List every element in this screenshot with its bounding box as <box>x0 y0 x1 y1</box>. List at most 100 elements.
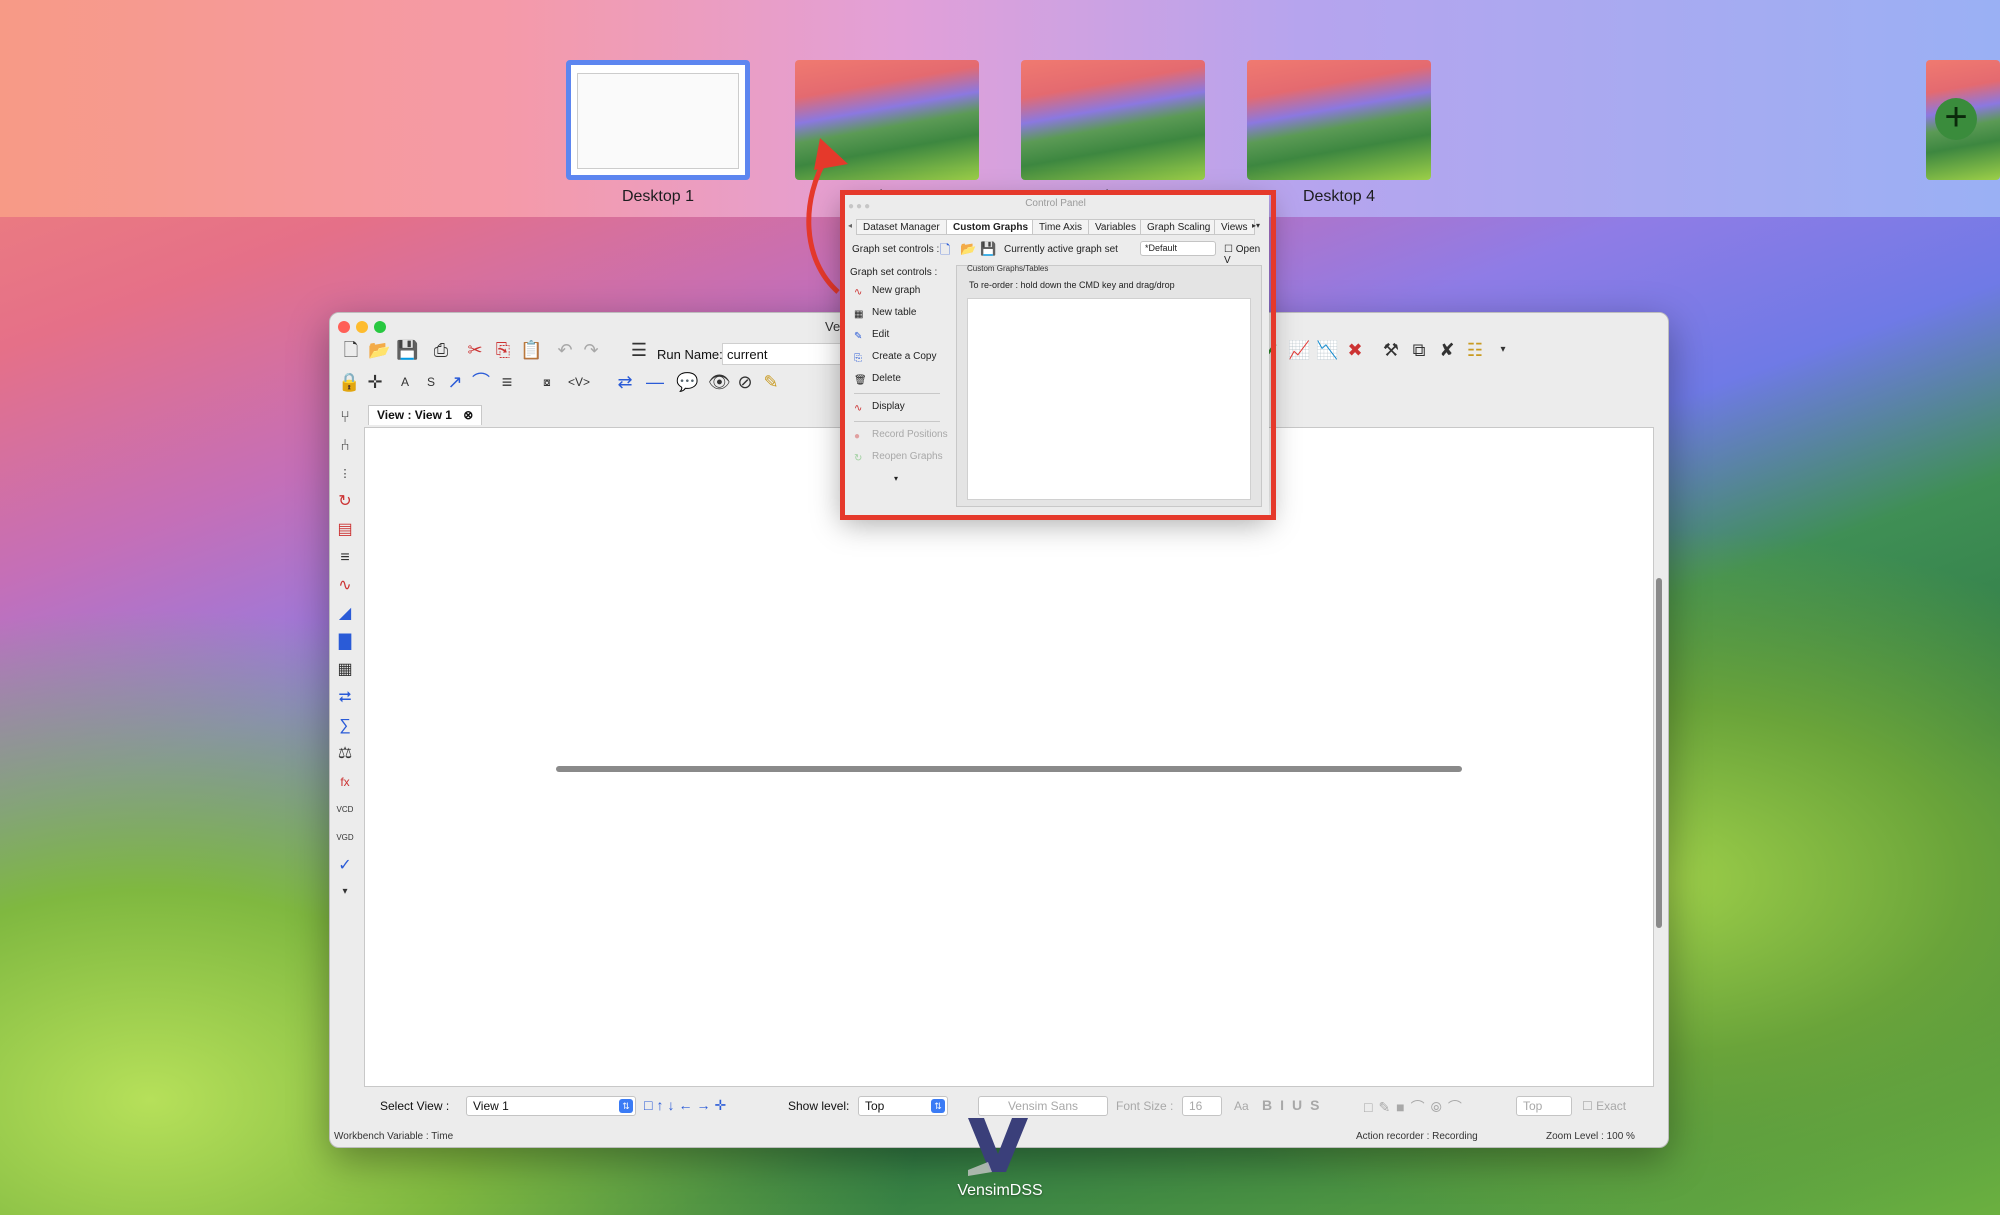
show-icon[interactable]: 👁 <box>708 371 731 393</box>
graph-set-save-icon[interactable]: 💾 <box>980 241 996 257</box>
tab-variables[interactable]: Variables <box>1088 219 1143 235</box>
rate-icon[interactable]: ≡ <box>496 371 518 393</box>
bar-graph-icon[interactable]: ▇ <box>334 631 356 653</box>
table-time-icon[interactable]: ⮂ <box>334 687 356 709</box>
arrow-tool-icon[interactable]: ⌒ <box>470 371 492 393</box>
position-dropdown[interactable]: Top <box>1516 1096 1572 1116</box>
active-graph-set-dropdown[interactable]: *Default <box>1140 241 1216 256</box>
create-copy-button[interactable]: ⎘ Create a Copy <box>854 349 936 365</box>
graph-remove-icon[interactable]: ✖ <box>1344 339 1366 361</box>
sum-icon[interactable]: ∑ <box>334 715 356 737</box>
shadow-variable-icon[interactable]: S <box>420 371 442 393</box>
run-name-input[interactable]: current <box>722 343 842 365</box>
pencil-icon[interactable]: ✎ <box>760 371 782 393</box>
check-icon[interactable]: ✓ <box>334 855 356 877</box>
graph-icon[interactable]: ∿ <box>334 575 356 597</box>
runs-compare-icon[interactable]: ◢ <box>334 603 356 625</box>
horizontal-scrollbar[interactable] <box>556 766 1462 772</box>
record-positions-button[interactable]: ● Record Positions <box>854 427 948 443</box>
units-check-icon[interactable]: ⚖ <box>334 743 356 765</box>
close-tab-icon[interactable]: ⊗ <box>463 408 473 422</box>
plus-icon[interactable]: + <box>1935 97 1977 140</box>
minimize-button[interactable] <box>356 321 368 333</box>
display-button[interactable]: ∿ Display <box>854 399 905 415</box>
delete-button[interactable]: 🗑 Delete <box>854 371 901 387</box>
hide-icon[interactable]: ⊘ <box>734 371 756 393</box>
select-view-dropdown[interactable]: View 1 ⇅ <box>466 1096 636 1116</box>
causes-strip-icon[interactable]: ≡ <box>334 547 356 569</box>
more-tools-icon[interactable]: ▾ <box>334 881 356 903</box>
tools-icon[interactable]: ⚒ <box>1380 339 1402 361</box>
bold-italic-underline-strike[interactable]: BIUS <box>1262 1097 1327 1113</box>
vdf-icon[interactable]: VCD <box>334 799 356 821</box>
print-icon[interactable]: ⎙ <box>430 339 452 361</box>
comment-icon[interactable]: 💬 <box>676 371 698 393</box>
save-icon[interactable]: 💾 <box>396 339 418 361</box>
shadow-icon[interactable]: ⧇ <box>536 371 558 393</box>
open-checkbox[interactable]: ☐ Open V <box>1224 244 1264 266</box>
graph-add-icon[interactable]: 📉 <box>1316 339 1338 361</box>
new-graph-button[interactable]: ∿ New graph <box>854 283 920 299</box>
exact-checkbox[interactable]: ☐ Exact <box>1582 1099 1626 1113</box>
causes-tree-icon[interactable]: ⑂ <box>334 407 356 429</box>
graph-compare-icon[interactable]: 📈 <box>1288 339 1310 361</box>
export-icon[interactable]: ⧉ <box>1408 339 1430 361</box>
formatting-icons[interactable]: □✎■⌒⦾⌒ <box>1364 1097 1468 1117</box>
tab-view-1[interactable]: View : View 1 ⊗ <box>368 405 483 425</box>
more-chevron-icon[interactable]: ▾ <box>1492 339 1514 361</box>
custom-graphs-list[interactable] <box>967 298 1251 500</box>
paste-icon[interactable]: 📋 <box>520 339 542 361</box>
close-button[interactable] <box>338 321 350 333</box>
view-nav-icons[interactable]: □↑↓←→✛ <box>644 1097 730 1114</box>
reopen-graphs-button[interactable]: ↻ Reopen Graphs <box>854 449 943 465</box>
tab-scroll-right-icon[interactable]: ▸▾ <box>1252 221 1260 230</box>
zoom-button[interactable] <box>374 321 386 333</box>
sketch-canvas[interactable] <box>364 427 1654 1087</box>
desktop-1-thumbnail[interactable] <box>566 60 750 180</box>
tree-icon[interactable]: ☷ <box>1464 339 1486 361</box>
uses-tree-icon[interactable]: ⑃ <box>334 435 356 457</box>
open-icon[interactable]: 📂 <box>368 339 390 361</box>
tab-graph-scaling[interactable]: Graph Scaling <box>1140 219 1218 235</box>
graph-set-new-icon[interactable]: 🗋 <box>940 241 950 263</box>
tab-scroll-left-icon[interactable]: ◂ <box>848 221 852 230</box>
move-size-icon[interactable]: ✛ <box>364 371 386 393</box>
desktop-3-thumbnail[interactable] <box>1021 60 1205 180</box>
text-case-button[interactable]: Aa <box>1234 1099 1249 1113</box>
vertical-scrollbar[interactable] <box>1656 578 1662 928</box>
copy-icon[interactable]: ⎘ <box>492 339 514 361</box>
tab-time-axis[interactable]: Time Axis <box>1032 219 1089 235</box>
table-icon[interactable]: ▦ <box>334 659 356 681</box>
tab-custom-graphs[interactable]: Custom Graphs <box>946 219 1036 235</box>
vensim-app-icon[interactable] <box>966 1110 1030 1178</box>
level-icon[interactable]: ↗ <box>444 371 466 393</box>
graph-set-open-icon[interactable]: 📂 <box>960 241 976 257</box>
loops-icon[interactable]: ⋮ <box>334 463 356 485</box>
undo-icon[interactable]: ↶ <box>554 339 576 361</box>
lock-icon[interactable]: 🔒 <box>338 371 360 393</box>
run-settings-icon[interactable]: ☰ <box>628 339 650 361</box>
font-size-field[interactable]: 16 <box>1182 1096 1222 1116</box>
tab-dataset-manager[interactable]: Dataset Manager <box>856 219 947 235</box>
desktop-4-thumbnail[interactable] <box>1247 60 1431 180</box>
loop-icon[interactable]: ↻ <box>334 491 356 513</box>
vgd-icon[interactable]: VGD <box>334 827 356 849</box>
scroll-down-icon[interactable]: ▾ <box>894 471 898 487</box>
redo-icon[interactable]: ↷ <box>580 339 602 361</box>
merge-icon[interactable]: ⇄ <box>614 371 636 393</box>
tools-x-icon[interactable]: ✘ <box>1436 339 1458 361</box>
cut-icon[interactable]: ✂ <box>464 339 486 361</box>
status-zoom-level: Zoom Level : 100 % <box>1546 1131 1635 1142</box>
delete-tool-icon[interactable]: — <box>644 371 666 393</box>
function-icon[interactable]: fx <box>334 771 356 793</box>
new-model-icon[interactable]: 🗋 <box>340 339 362 361</box>
window-buttons-icon[interactable]: ●●● <box>848 201 872 212</box>
tab-views[interactable]: Views <box>1214 219 1255 235</box>
show-level-dropdown[interactable]: Top ⇅ <box>858 1096 948 1116</box>
equation-icon[interactable]: <V> <box>568 371 590 393</box>
new-table-button[interactable]: ▦ New table <box>854 305 916 321</box>
document-icon[interactable]: ▤ <box>334 519 356 541</box>
edit-icon: ✎ <box>854 331 863 342</box>
variable-icon[interactable]: A <box>394 371 416 393</box>
edit-button[interactable]: ✎ Edit <box>854 327 889 343</box>
